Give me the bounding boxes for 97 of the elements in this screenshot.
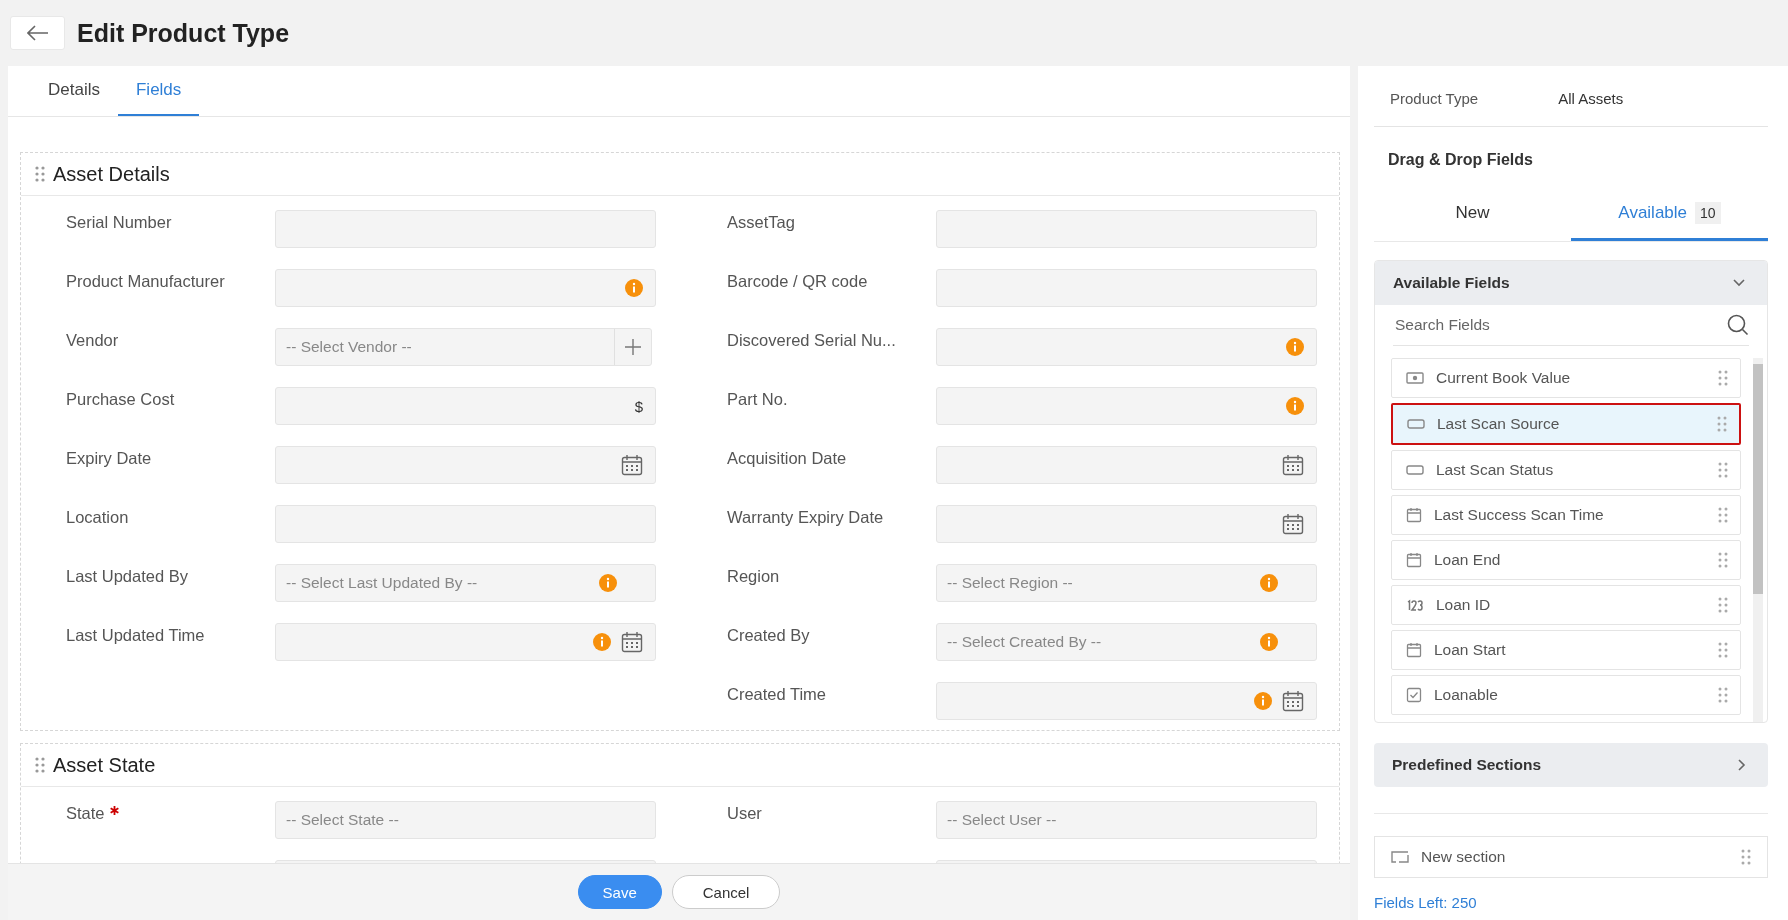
fields-left-count: Fields Left: 250 [1374, 894, 1478, 911]
search-icon[interactable] [1727, 314, 1749, 336]
calendar-icon [1406, 642, 1422, 658]
field-list-item[interactable]: Last Scan Source [1391, 403, 1741, 445]
field-list-item[interactable]: Last Success Scan Time [1391, 495, 1741, 535]
calendar-icon[interactable] [1282, 454, 1304, 476]
checkbox-icon [1406, 687, 1422, 703]
page-title: Edit Product Type [77, 18, 290, 48]
info-icon[interactable] [1254, 692, 1272, 710]
field-list-item[interactable]: Loan End [1391, 540, 1741, 580]
calendar-icon[interactable] [1282, 690, 1304, 712]
drag-handle-icon[interactable] [1717, 416, 1727, 432]
input-field[interactable] [275, 623, 656, 661]
input-field[interactable] [936, 387, 1317, 425]
drag-handle-icon[interactable] [35, 757, 45, 773]
currency-symbol: $ [634, 397, 643, 415]
info-icon[interactable] [1260, 574, 1278, 592]
field-list-item[interactable]: Loan Start [1391, 630, 1741, 670]
input-field[interactable] [275, 210, 656, 248]
banknote-icon [1406, 372, 1424, 384]
field-label: Warranty Expiry Date [727, 508, 884, 527]
field-label: Expiry Date [66, 449, 152, 468]
calendar-icon[interactable] [621, 454, 643, 476]
drag-handle-icon[interactable] [1718, 370, 1728, 386]
back-arrow-icon [26, 25, 49, 41]
input-field[interactable] [936, 328, 1317, 366]
text-box-icon [1407, 418, 1425, 430]
input-field[interactable] [936, 682, 1317, 720]
chevron-right-icon [1738, 759, 1746, 771]
field-list-item[interactable]: Current Book Value [1391, 358, 1741, 398]
accordion-header[interactable]: Predefined Sections [1374, 743, 1768, 787]
field-list-item[interactable]: Loanable [1391, 675, 1741, 715]
back-button[interactable] [10, 16, 65, 50]
input-field[interactable] [936, 210, 1317, 248]
field-label: Discovered Serial Nu... [727, 331, 896, 350]
field-label: Serial Number [66, 213, 172, 232]
calendar-icon [1406, 552, 1422, 568]
drag-handle-icon[interactable] [1718, 552, 1728, 568]
field-label: Region [727, 567, 780, 586]
panel-heading: Drag & Drop Fields [1387, 151, 1534, 169]
tab[interactable]: Fields [117, 66, 200, 116]
field-label: Product Manufacturer [66, 272, 225, 291]
info-icon[interactable] [1286, 397, 1304, 415]
field-list-item[interactable]: Last Scan Status [1391, 450, 1741, 490]
tab[interactable]: New [1374, 187, 1571, 241]
field-label: AssetTag [727, 213, 795, 232]
info-icon[interactable] [1286, 338, 1304, 356]
search-field[interactable]: Search Fields [1393, 305, 1749, 346]
input-field[interactable] [275, 505, 656, 543]
field-label: Part No. [727, 390, 788, 409]
input-field[interactable] [275, 269, 656, 307]
field-label: Purchase Cost [66, 390, 175, 409]
number-icon [1406, 599, 1424, 611]
tab[interactable]: Available 10 [1571, 187, 1768, 241]
input-field[interactable] [275, 446, 656, 484]
section-title: Asset Details [53, 162, 170, 186]
calendar-icon [1406, 507, 1422, 523]
cancel-button[interactable]: Cancel [671, 875, 781, 909]
input-field[interactable] [936, 269, 1317, 307]
field-label: Acquisition Date [727, 449, 847, 468]
drag-handle-icon[interactable] [1718, 597, 1728, 613]
input-field[interactable] [936, 505, 1317, 543]
info-icon[interactable] [593, 633, 611, 651]
drag-handle-icon[interactable] [1718, 642, 1728, 658]
scrollbar[interactable] [1753, 358, 1763, 722]
field-label: State [66, 804, 105, 823]
calendar-icon[interactable] [1282, 513, 1304, 535]
drag-handle-icon[interactable] [1718, 462, 1728, 478]
input-field[interactable]: $ [275, 387, 656, 425]
field-list-item[interactable]: Loan ID [1391, 585, 1741, 625]
field-label: Created By [727, 626, 810, 645]
info-icon[interactable] [1260, 633, 1278, 651]
field-label: User [727, 804, 762, 823]
plus-icon [625, 339, 641, 355]
field-label: Last Updated Time [66, 626, 205, 645]
product-type-value: All Assets [1558, 89, 1624, 107]
info-icon[interactable] [599, 574, 617, 592]
text-box-icon [1406, 464, 1424, 476]
new-section-item[interactable]: New section [1374, 836, 1768, 878]
field-label: Created Time [727, 685, 827, 704]
field-label: Barcode / QR code [727, 272, 868, 291]
drag-handle-icon[interactable] [1741, 849, 1751, 865]
chevron-down-icon [1733, 279, 1745, 287]
drag-handle-icon[interactable] [1718, 687, 1728, 703]
section-title: Asset State [53, 753, 156, 777]
field-label: Vendor [66, 331, 119, 350]
field-label: Last Updated By [66, 567, 188, 586]
drag-handle-icon[interactable] [35, 166, 45, 182]
calendar-icon[interactable] [621, 631, 643, 653]
tab[interactable]: Details [30, 66, 118, 116]
info-icon[interactable] [625, 279, 643, 297]
input-field[interactable] [936, 446, 1317, 484]
field-label: Location [66, 508, 129, 527]
section-icon [1391, 850, 1409, 864]
drag-handle-icon[interactable] [1718, 507, 1728, 523]
product-type-label: Product Type [1390, 89, 1479, 107]
accordion-header[interactable]: Available Fields [1375, 261, 1767, 305]
